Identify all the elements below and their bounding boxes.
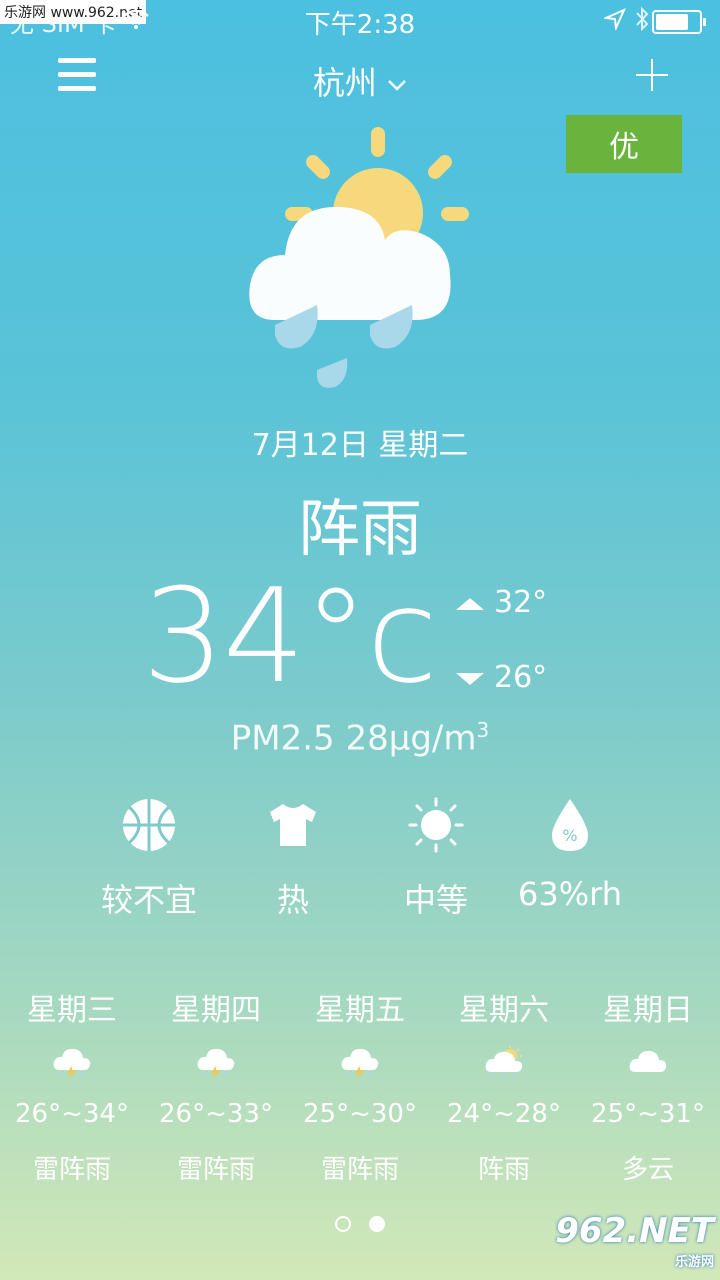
battery-icon [652, 10, 706, 34]
forecast-range: 25°~31° [591, 1099, 705, 1129]
forecast-day-label: 星期三 [27, 993, 117, 1028]
low-temperature-value: 26° [494, 660, 548, 695]
indicator-label: 63%rh [518, 875, 622, 913]
forecast-day-label: 星期五 [315, 993, 405, 1028]
sun-cloud-rain-icon [249, 127, 469, 388]
high-temperature-value: 32° [494, 585, 548, 620]
wifi-icon [123, 9, 149, 29]
forecast-weather: 雷阵雨 [176, 1155, 255, 1185]
indicator-uv: 中等 [361, 795, 511, 921]
indicator-label: 中等 [403, 881, 468, 919]
page-dot-active[interactable] [368, 1216, 385, 1232]
sun-cloud-rain-icon [485, 1046, 523, 1080]
forecast-day[interactable]: 星期四 26°~33° 雷阵雨 [144, 985, 288, 1186]
city-selector[interactable]: 杭州 [0, 58, 720, 104]
forecast-day-label: 星期四 [171, 993, 261, 1028]
city-label: 杭州 [312, 64, 377, 102]
pm25-reading: PM2.5 28μg/m3 [0, 718, 720, 758]
forecast-day[interactable]: 星期六 24°~28° 阵雨 [432, 985, 576, 1186]
indicator-label: 热 [276, 881, 309, 919]
indicator-clothing: 热 [218, 795, 368, 921]
forecast-day[interactable]: 星期日 25°~31° 多云 [576, 985, 720, 1186]
svg-text:%: % [562, 826, 577, 845]
brand-logo: 962.NET 乐游网 [555, 1211, 714, 1270]
current-temperature: 34°c [142, 560, 438, 712]
triangle-up-icon [456, 597, 484, 610]
indicator-label: 较不宜 [100, 881, 197, 919]
add-city-button[interactable] [632, 55, 672, 95]
page-dot[interactable] [335, 1216, 352, 1232]
basketball-icon [123, 799, 175, 851]
forecast-range: 26°~34° [15, 1099, 129, 1129]
chevron-down-icon [388, 80, 406, 91]
cloud-icon [629, 1050, 667, 1072]
forecast-weather: 多云 [621, 1155, 674, 1185]
tshirt-icon [270, 804, 316, 846]
triangle-down-icon [456, 672, 484, 685]
thunderstorm-icon [341, 1048, 379, 1079]
forecast-weather: 雷阵雨 [320, 1155, 399, 1185]
pm25-unit-sup: 3 [476, 718, 490, 742]
bluetooth-icon [636, 6, 649, 32]
indicator-humidity: % 63%rh [495, 795, 645, 913]
aqi-badge[interactable]: 优 [566, 115, 682, 173]
forecast-range: 26°~33° [159, 1099, 273, 1129]
forecast-day-label: 星期六 [459, 993, 549, 1028]
current-date: 7月12日 星期二 [251, 428, 469, 463]
high-temperature: 32° [456, 585, 547, 620]
brand-logo-text: 962.NET [555, 1211, 714, 1251]
low-temperature: 26° [456, 660, 547, 695]
forecast-weather: 阵雨 [477, 1155, 530, 1185]
status-bar: 无 SIM 卡 下午2:38 乐游网 www.962.net [0, 0, 720, 40]
thunderstorm-icon [197, 1048, 235, 1079]
brand-logo-sub: 乐游网 [674, 1255, 714, 1270]
forecast-day-label: 星期日 [603, 993, 693, 1028]
forecast-weather: 雷阵雨 [32, 1155, 111, 1185]
current-condition: 阵雨 [297, 492, 422, 565]
humidity-drop-icon: % [552, 799, 588, 851]
forecast-range: 25°~30° [303, 1099, 417, 1129]
sun-icon [408, 797, 464, 853]
indicator-exercise: 较不宜 [74, 795, 224, 921]
forecast-range: 24°~28° [447, 1099, 561, 1129]
forecast-day[interactable]: 星期五 25°~30° 雷阵雨 [288, 985, 432, 1186]
thunderstorm-icon [53, 1048, 91, 1079]
location-arrow-icon [604, 8, 626, 30]
pm25-value: PM2.5 28μg/m [230, 718, 477, 759]
forecast-day[interactable]: 星期三 26°~34° 雷阵雨 [0, 985, 144, 1186]
